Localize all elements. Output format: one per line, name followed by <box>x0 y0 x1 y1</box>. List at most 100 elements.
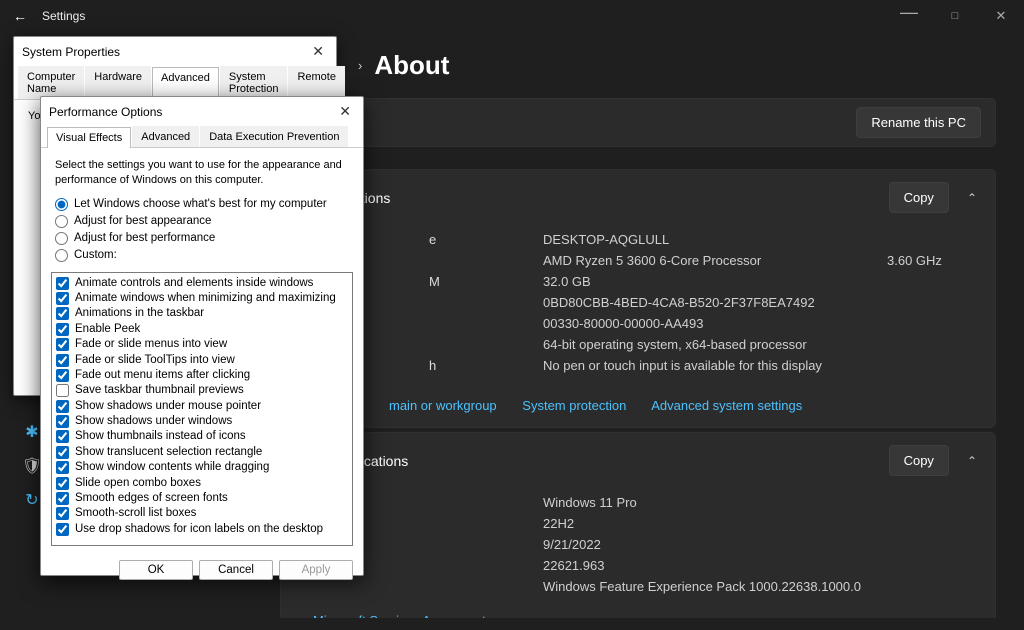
perf-radio-0[interactable]: Let Windows choose what's best for my co… <box>55 196 349 213</box>
perf-check-label-9: Show shadows under windows <box>75 414 232 428</box>
installed-value: 9/21/2022 <box>429 537 977 552</box>
titlebar: ← Settings — □ ✕ <box>0 0 1024 32</box>
perf-check-input-13[interactable] <box>56 477 69 490</box>
tab-hardware[interactable]: Hardware <box>85 66 151 99</box>
perf-check-label-14: Smooth edges of screen fonts <box>75 491 228 505</box>
perf-check-label-8: Show shadows under mouse pointer <box>75 399 261 413</box>
perf-check-label-10: Show thumbnails instead of icons <box>75 429 246 443</box>
perf-check-1[interactable]: Animate windows when minimizing and maxi… <box>56 291 348 306</box>
perf-check-3[interactable]: Enable Peek <box>56 322 348 337</box>
perf-check-input-5[interactable] <box>56 354 69 367</box>
window-title: Settings <box>42 9 85 23</box>
perf-radio-label-3: Custom: <box>74 249 117 261</box>
windows-copy-button[interactable]: Copy <box>889 445 949 476</box>
services-agreement-link[interactable]: Microsoft Services Agreement <box>313 613 955 618</box>
version-value: 22H2 <box>429 516 977 531</box>
perf-check-input-1[interactable] <box>56 292 69 305</box>
perf-checklist[interactable]: Animate controls and elements inside win… <box>51 272 353 546</box>
windows-spec-heading: ecifications <box>339 453 889 469</box>
perf-check-label-0: Animate controls and elements inside win… <box>75 276 313 290</box>
perf-radio-input-0[interactable] <box>55 198 68 211</box>
perf-check-input-16[interactable] <box>56 523 69 536</box>
system-protection-link[interactable]: System protection <box>522 398 626 413</box>
perf-check-input-9[interactable] <box>56 415 69 428</box>
perf-check-label-16: Use drop shadows for icon labels on the … <box>75 522 323 536</box>
tab-computer-name[interactable]: Computer Name <box>18 66 84 99</box>
perf-check-input-8[interactable] <box>56 400 69 413</box>
processor-value: AMD Ryzen 5 3600 6-Core Processor <box>443 253 887 268</box>
perf-radio-label-0: Let Windows choose what's best for my co… <box>74 198 327 210</box>
perf-check-6[interactable]: Fade out menu items after clicking <box>56 368 348 383</box>
perf-close-icon[interactable]: ✕ <box>335 103 355 120</box>
tab-remote[interactable]: Remote <box>288 66 345 99</box>
perf-check-9[interactable]: Show shadows under windows <box>56 414 348 429</box>
device-copy-button[interactable]: Copy <box>889 182 949 213</box>
tab-system-protection[interactable]: System Protection <box>220 66 288 99</box>
perf-check-10[interactable]: Show thumbnails instead of icons <box>56 429 348 444</box>
perf-radio-input-2[interactable] <box>55 232 68 245</box>
perf-check-input-6[interactable] <box>56 369 69 382</box>
perf-check-13[interactable]: Slide open combo boxes <box>56 476 348 491</box>
tab-visual-effects[interactable]: Visual Effects <box>47 127 131 148</box>
product-id-value: 00330-80000-00000-AA493 <box>443 316 977 331</box>
edition-value: Windows 11 Pro <box>429 495 977 510</box>
perf-check-15[interactable]: Smooth-scroll list boxes <box>56 506 348 521</box>
perf-radio-2[interactable]: Adjust for best performance <box>55 230 349 247</box>
perf-check-16[interactable]: Use drop shadows for icon labels on the … <box>56 522 348 537</box>
minimize-button[interactable]: — <box>886 0 932 28</box>
advanced-system-link[interactable]: Advanced system settings <box>651 398 802 413</box>
perf-check-label-13: Slide open combo boxes <box>75 476 201 490</box>
pen-touch-value: No pen or touch input is available for t… <box>443 358 977 373</box>
perf-radio-label-1: Adjust for best appearance <box>74 215 211 227</box>
perf-tabs: Visual Effects Advanced Data Execution P… <box>41 126 363 148</box>
perf-check-8[interactable]: Show shadows under mouse pointer <box>56 399 348 414</box>
apply-button[interactable]: Apply <box>279 560 353 580</box>
perf-radio-1[interactable]: Adjust for best appearance <box>55 213 349 230</box>
perf-radio-group: Let Windows choose what's best for my co… <box>41 194 363 270</box>
domain-link[interactable]: main or workgroup <box>389 398 497 413</box>
perf-check-input-10[interactable] <box>56 430 69 443</box>
perf-check-input-14[interactable] <box>56 492 69 505</box>
perf-check-11[interactable]: Show translucent selection rectangle <box>56 445 348 460</box>
tab-dep[interactable]: Data Execution Prevention <box>200 126 348 147</box>
ok-button[interactable]: OK <box>119 560 193 580</box>
performance-options-dialog: Performance Options ✕ Visual Effects Adv… <box>40 96 364 576</box>
perf-check-input-3[interactable] <box>56 323 69 336</box>
perf-check-input-4[interactable] <box>56 338 69 351</box>
maximize-button[interactable]: □ <box>932 0 978 32</box>
device-spec-header[interactable]: fications Copy ⌃ <box>281 170 995 225</box>
cancel-button[interactable]: Cancel <box>199 560 273 580</box>
windows-spec-card: ecifications Copy ⌃ Windows 11 Pro 22H2 … <box>280 432 996 618</box>
perf-check-input-15[interactable] <box>56 507 69 520</box>
perf-check-0[interactable]: Animate controls and elements inside win… <box>56 276 348 291</box>
perf-check-input-12[interactable] <box>56 461 69 474</box>
perf-check-7[interactable]: Save taskbar thumbnail previews <box>56 383 348 398</box>
windows-spec-header[interactable]: ecifications Copy ⌃ <box>281 433 995 488</box>
perf-check-input-2[interactable] <box>56 307 69 320</box>
perf-check-input-0[interactable] <box>56 277 69 290</box>
perf-check-12[interactable]: Show window contents while dragging <box>56 460 348 475</box>
perf-radio-label-2: Adjust for best performance <box>74 232 215 244</box>
perf-check-5[interactable]: Fade or slide ToolTips into view <box>56 353 348 368</box>
sysprop-tabs: Computer Name Hardware Advanced System P… <box>14 66 336 100</box>
sysprop-close-icon[interactable]: ✕ <box>308 43 328 60</box>
perf-check-2[interactable]: Animations in the taskbar <box>56 306 348 321</box>
device-spec-body: eDESKTOP-AQGLULL AMD Ryzen 5 3600 6-Core… <box>281 225 995 390</box>
perf-check-label-15: Smooth-scroll list boxes <box>75 506 196 520</box>
rename-pc-button[interactable]: Rename this PC <box>856 107 981 138</box>
sysprop-title: System Properties <box>22 45 120 59</box>
perf-radio-input-3[interactable] <box>55 249 68 262</box>
perf-check-14[interactable]: Smooth edges of screen fonts <box>56 491 348 506</box>
back-button[interactable]: ← <box>6 8 34 24</box>
windows-links: Microsoft Services Agreement Microsoft S… <box>281 611 995 618</box>
tab-perf-advanced[interactable]: Advanced <box>132 126 199 147</box>
close-button[interactable]: ✕ <box>978 0 1024 32</box>
perf-footer: OK Cancel Apply <box>41 554 363 590</box>
perf-check-input-11[interactable] <box>56 446 69 459</box>
rename-card: Rename this PC <box>280 98 996 147</box>
perf-check-input-7[interactable] <box>56 384 69 397</box>
perf-radio-3[interactable]: Custom: <box>55 247 349 264</box>
perf-check-4[interactable]: Fade or slide menus into view <box>56 337 348 352</box>
device-spec-heading: fications <box>339 190 889 206</box>
perf-radio-input-1[interactable] <box>55 215 68 228</box>
